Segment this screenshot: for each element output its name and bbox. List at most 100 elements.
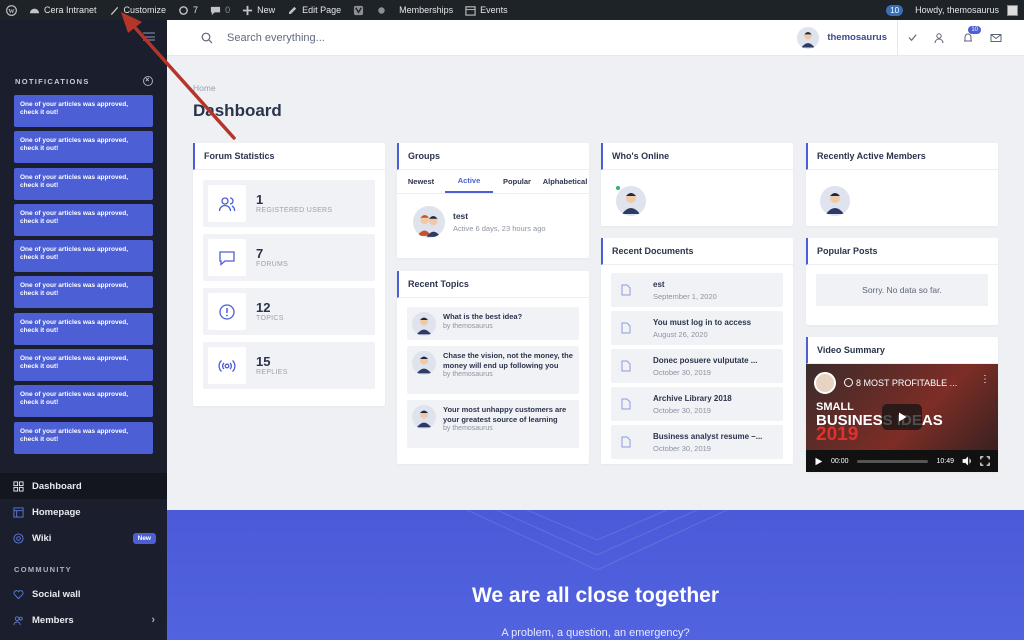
notifications-button[interactable]: 10 xyxy=(954,20,982,56)
file-icon xyxy=(621,398,631,410)
top-header: themosaurus 10 xyxy=(167,19,1024,56)
brush-icon xyxy=(110,6,118,15)
sidebar-item-social-wall[interactable]: Social wall xyxy=(0,581,167,607)
document-item[interactable]: Donec posuere vulputate ... October 30, 2… xyxy=(611,349,783,383)
notification-item[interactable]: One of your articles was approved, check… xyxy=(14,203,153,236)
document-item[interactable]: Business analyst resume –... October 30, … xyxy=(611,425,783,459)
play-button[interactable] xyxy=(882,404,922,430)
sidebar-item-members[interactable]: Members › xyxy=(0,607,167,633)
topic-item[interactable]: Your most unhappy customers are your gre… xyxy=(407,400,579,448)
search-input[interactable] xyxy=(227,31,527,44)
notification-item[interactable]: One of your articles was approved, check… xyxy=(14,421,153,454)
yoast-link[interactable] xyxy=(347,0,370,20)
document-item[interactable]: You must log in to access August 26, 2020 xyxy=(611,311,783,345)
wordpress-logo-button[interactable]: W xyxy=(0,0,23,20)
my-account-link[interactable]: Howdy, themosaurus xyxy=(909,0,1024,20)
check-icon xyxy=(907,34,917,42)
member-avatar[interactable] xyxy=(820,186,850,216)
group-item[interactable]: test Active 6 days, 23 hours ago xyxy=(413,206,546,238)
menu-toggle-icon[interactable] xyxy=(143,32,155,41)
breadcrumb[interactable]: Home xyxy=(193,83,216,93)
events-link[interactable]: Events xyxy=(459,0,514,20)
video-progress-bar[interactable] xyxy=(856,459,929,463)
admin-avatar xyxy=(1007,4,1018,16)
notification-item[interactable]: One of your articles was approved, check… xyxy=(14,240,153,273)
layout-icon xyxy=(13,506,24,518)
document-item[interactable]: est September 1, 2020 xyxy=(611,273,783,307)
notification-item[interactable]: One of your articles was approved, check… xyxy=(14,312,153,345)
card-title: Popular Posts xyxy=(806,238,998,265)
new-content-link[interactable]: New xyxy=(236,0,281,20)
chat-bubble-icon xyxy=(219,250,235,266)
yoast-icon xyxy=(354,5,364,15)
stat-topics[interactable]: 12 TOPICS xyxy=(203,288,375,335)
notification-item[interactable]: One of your articles was approved, check… xyxy=(14,95,153,127)
users-icon xyxy=(13,615,23,625)
friends-button[interactable] xyxy=(926,20,954,56)
volume-icon[interactable] xyxy=(962,456,972,466)
notification-item[interactable]: One of your articles was approved, check… xyxy=(14,131,153,164)
notification-item[interactable]: One of your articles was approved, check… xyxy=(14,167,153,200)
sidebar-item-homepage[interactable]: Homepage xyxy=(0,499,167,525)
customize-link[interactable]: Customize xyxy=(103,0,173,20)
sidebar-item-dashboard[interactable]: Dashboard xyxy=(0,473,167,499)
sidebar-nav: Dashboard Homepage Wiki New COMMUNITY So… xyxy=(0,473,167,633)
status-dot[interactable] xyxy=(370,0,393,20)
users-icon xyxy=(218,196,236,211)
topic-item[interactable]: What is the best idea? by themosaurus xyxy=(407,307,579,340)
chevron-right-icon: › xyxy=(151,614,155,626)
document-item[interactable]: Archive Library 2018 October 30, 2019 xyxy=(611,387,783,421)
users-icon xyxy=(934,32,944,43)
play-icon[interactable] xyxy=(814,457,823,466)
tab-active[interactable]: Active xyxy=(445,170,493,193)
comments-link[interactable]: 0 xyxy=(204,0,236,20)
sidebar-top xyxy=(0,20,167,55)
dashboard-icon xyxy=(29,8,40,13)
file-icon xyxy=(621,322,631,334)
memberships-link[interactable]: Memberships xyxy=(393,0,459,20)
fullscreen-icon[interactable] xyxy=(980,456,990,466)
group-avatar xyxy=(413,206,445,238)
more-vertical-icon[interactable]: ⋮ xyxy=(980,374,990,385)
info-icon xyxy=(844,378,853,387)
mail-icon xyxy=(990,33,1002,42)
banner-subtitle: A problem, a question, an emergency? xyxy=(501,627,690,639)
banner-title: We are all close together xyxy=(471,584,720,607)
online-user-avatar[interactable] xyxy=(616,186,646,216)
tab-newest[interactable]: Newest xyxy=(397,170,445,193)
tasks-button[interactable] xyxy=(898,20,926,56)
messages-button[interactable] xyxy=(982,20,1010,56)
group-people-icon xyxy=(413,206,445,238)
stat-forums[interactable]: 7 FORUMS xyxy=(203,234,375,281)
stat-replies[interactable]: 15 REPLIES xyxy=(203,342,375,389)
stat-registered-users[interactable]: 1 REGISTERED USERS xyxy=(203,180,375,227)
video-summary-card: Video Summary 8 MOST PROFITABLE ... ⋮ SM… xyxy=(806,337,998,472)
community-section-title: COMMUNITY xyxy=(14,564,72,574)
video-player[interactable]: 8 MOST PROFITABLE ... ⋮ SMALL BUSINESS I… xyxy=(806,364,998,472)
notification-item[interactable]: One of your articles was approved, check… xyxy=(14,349,153,382)
close-icon[interactable]: × xyxy=(143,76,153,86)
topic-item[interactable]: Chase the vision, not the money, the mon… xyxy=(407,346,579,394)
heart-icon xyxy=(13,589,24,599)
card-title: Video Summary xyxy=(806,337,998,364)
edit-page-link[interactable]: Edit Page xyxy=(281,0,347,20)
user-menu[interactable]: themosaurus xyxy=(797,19,898,56)
groups-card: Groups Newest Active Popular Alphabetica… xyxy=(397,143,589,258)
plus-icon xyxy=(242,5,253,15)
updates-link[interactable]: 7 xyxy=(172,0,204,20)
notification-item[interactable]: One of your articles was approved, check… xyxy=(14,385,153,418)
user-avatar-icon xyxy=(797,26,820,49)
lifebuoy-icon xyxy=(13,532,24,544)
page-title: Dashboard xyxy=(193,101,282,120)
notification-item[interactable]: One of your articles was approved, check… xyxy=(14,276,153,309)
tab-alphabetical[interactable]: Alphabetical xyxy=(541,170,589,193)
wordpress-icon: W xyxy=(6,4,17,16)
sidebar-item-wiki[interactable]: Wiki New xyxy=(0,525,167,551)
banner-pattern xyxy=(466,510,728,571)
play-icon xyxy=(899,412,907,422)
tab-popular[interactable]: Popular xyxy=(493,170,541,193)
site-name-link[interactable]: Cera Intranet xyxy=(23,0,103,20)
recent-topics-card: Recent Topics What is the best idea? by t… xyxy=(397,271,589,464)
admin-notifications[interactable]: 10 xyxy=(880,0,909,20)
video-title: 8 MOST PROFITABLE ... xyxy=(844,378,957,388)
